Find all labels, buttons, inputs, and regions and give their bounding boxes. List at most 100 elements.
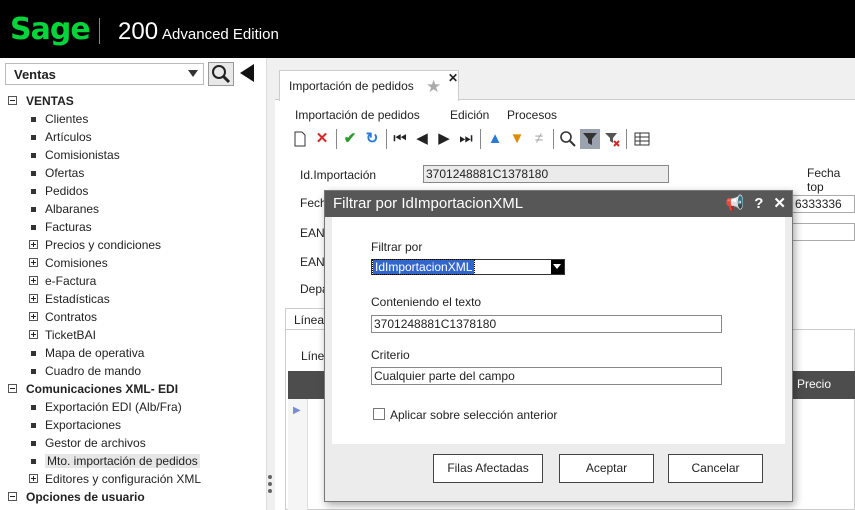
sidebar-item-17[interactable]: Exportación EDI (Alb/Fra) — [0, 398, 267, 416]
bullet-icon — [31, 405, 36, 410]
expand-icon[interactable] — [29, 276, 38, 285]
grid-view-icon[interactable] — [632, 129, 652, 149]
id-importacion-label: Id.Importación — [300, 168, 377, 182]
right-empty-field[interactable] — [792, 223, 855, 241]
search-icon — [212, 65, 231, 84]
star-icon[interactable]: ★ — [426, 77, 441, 97]
app-header: Sage 200 Advanced Edition — [0, 0, 855, 58]
sidebar-item-22[interactable]: Opciones de usuario — [0, 488, 267, 506]
sidebar-item-3[interactable]: Comisionistas — [0, 146, 267, 164]
sidebar-item-18[interactable]: Exportaciones — [0, 416, 267, 434]
sidebar-item-11[interactable]: Estadísticas — [0, 290, 267, 308]
filtrar-por-select[interactable]: IdImportacionXML — [371, 259, 565, 275]
sidebar-item-19[interactable]: Gestor de archivos — [0, 434, 267, 452]
sidebar-item-15[interactable]: Cuadro de mando — [0, 362, 267, 380]
sort-ascending-icon[interactable]: ▲ — [485, 129, 505, 149]
collapse-icon[interactable] — [8, 492, 17, 501]
new-document-icon[interactable] — [290, 129, 310, 149]
refresh-icon[interactable]: ↻ — [362, 129, 382, 149]
filas-afectadas-button[interactable]: Filas Afectadas — [433, 454, 543, 483]
precio-column-header[interactable]: Precio — [797, 377, 831, 391]
previous-record-icon[interactable]: ◀ — [412, 129, 432, 149]
find-icon[interactable] — [558, 129, 578, 149]
collapse-sidebar-icon[interactable] — [240, 64, 254, 82]
filter-icon[interactable] — [580, 129, 600, 149]
sidebar-item-14[interactable]: Mapa de operativa — [0, 344, 267, 362]
sidebar-item-8[interactable]: Precios y condiciones — [0, 236, 267, 254]
sidebar-item-9[interactable]: Comisiones — [0, 254, 267, 272]
next-record-icon[interactable]: ▶ — [434, 129, 454, 149]
sidebar-item-12[interactable]: Contratos — [0, 308, 267, 326]
search-button[interactable] — [208, 62, 234, 86]
bullet-icon — [31, 117, 36, 122]
sidebar-item-21[interactable]: Editores y configuración XML — [0, 470, 267, 488]
sidebar-item-label: Precios y condiciones — [45, 238, 162, 252]
menu-procesos[interactable]: Procesos — [507, 108, 557, 122]
sidebar-item-label: Facturas — [45, 220, 92, 234]
first-record-icon[interactable]: ⏮ — [390, 129, 410, 149]
sidebar: Ventas VENTAS Clientes Artículos Comisionis… — [0, 58, 267, 510]
splitter-grip-icon[interactable] — [268, 475, 273, 496]
sidebar-item-0[interactable]: VENTAS — [0, 92, 267, 110]
contiene-input[interactable]: 3701248881C1378180 — [371, 315, 722, 333]
bullet-icon — [31, 171, 36, 176]
expand-icon[interactable] — [29, 240, 38, 249]
menu-bar: Importación de pedidos Edición Procesos — [275, 106, 855, 126]
bullet-icon — [31, 423, 36, 428]
sidebar-item-13[interactable]: TicketBAI — [0, 326, 267, 344]
sidebar-item-label: Editores y configuración XML — [45, 472, 202, 486]
sidebar-item-5[interactable]: Pedidos — [0, 182, 267, 200]
sidebar-item-label: Albaranes — [45, 202, 100, 216]
filtrar-por-value: IdImportacionXML — [371, 259, 476, 275]
expand-icon[interactable] — [29, 294, 38, 303]
row-selector-column: ▶ — [288, 399, 308, 510]
expand-icon[interactable] — [29, 312, 38, 321]
sidebar-item-label: Artículos — [45, 130, 92, 144]
sidebar-item-2[interactable]: Artículos — [0, 128, 267, 146]
aplicar-checkbox[interactable] — [373, 408, 385, 420]
sidebar-item-label: Pedidos — [45, 184, 89, 198]
clear-sort-icon[interactable]: ≠ — [529, 129, 549, 149]
sidebar-item-7[interactable]: Facturas — [0, 218, 267, 236]
criterio-select[interactable]: Cualquier parte del campo — [371, 367, 722, 385]
sidebar-item-label: Contratos — [45, 310, 98, 324]
tab-label: Importación de pedidos — [289, 79, 414, 93]
announcement-icon[interactable]: 📢 — [726, 195, 745, 212]
sidebar-item-label: Comunicaciones XML- EDI — [26, 382, 179, 396]
sidebar-item-6[interactable]: Albaranes — [0, 200, 267, 218]
menu-importacion[interactable]: Importación de pedidos — [295, 108, 420, 122]
sidebar-item-16[interactable]: Comunicaciones XML- EDI — [0, 380, 267, 398]
module-select[interactable]: Ventas — [5, 63, 204, 85]
ean-label-2: EAN — [300, 255, 325, 269]
chevron-down-icon[interactable] — [551, 260, 564, 274]
sort-descending-icon[interactable]: ▼ — [507, 129, 527, 149]
last-record-icon[interactable]: ⏭ — [456, 129, 476, 149]
sidebar-item-20[interactable]: Mto. importación de pedidos — [0, 452, 267, 470]
menu-edicion[interactable]: Edición — [450, 108, 489, 122]
right-value-field[interactable]: 6333336 — [792, 195, 855, 213]
help-icon[interactable]: ? — [754, 195, 763, 212]
remove-filter-icon[interactable] — [602, 129, 622, 149]
aceptar-button[interactable]: Aceptar — [559, 454, 654, 483]
chevron-down-icon — [188, 70, 198, 77]
expand-icon[interactable] — [29, 258, 38, 267]
expand-icon[interactable] — [29, 474, 38, 483]
close-icon[interactable]: ✕ — [448, 71, 458, 85]
collapse-icon[interactable] — [8, 96, 17, 105]
expand-icon[interactable] — [29, 330, 38, 339]
sidebar-item-1[interactable]: Clientes — [0, 110, 267, 128]
delete-icon[interactable]: ✕ — [312, 129, 332, 149]
sidebar-item-4[interactable]: Ofertas — [0, 164, 267, 182]
navigation-tree: VENTAS Clientes Artículos Comisionistas Ofer… — [0, 92, 267, 506]
tab-importacion-pedidos[interactable]: Importación de pedidos ★ ✕ — [279, 70, 459, 101]
close-icon[interactable]: ✕ — [773, 195, 786, 212]
sidebar-item-label: VENTAS — [26, 94, 74, 108]
product-edition: Advanced Edition — [162, 26, 279, 43]
cancelar-button[interactable]: Cancelar — [668, 454, 763, 483]
product-name: 200 Advanced Edition — [118, 18, 279, 46]
id-importacion-field[interactable]: 3701248881C1378180 — [423, 165, 669, 183]
save-check-icon[interactable]: ✔ — [340, 129, 360, 149]
sidebar-item-10[interactable]: e-Factura — [0, 272, 267, 290]
collapse-icon[interactable] — [8, 384, 17, 393]
filtrar-por-label: Filtrar por — [371, 240, 423, 254]
